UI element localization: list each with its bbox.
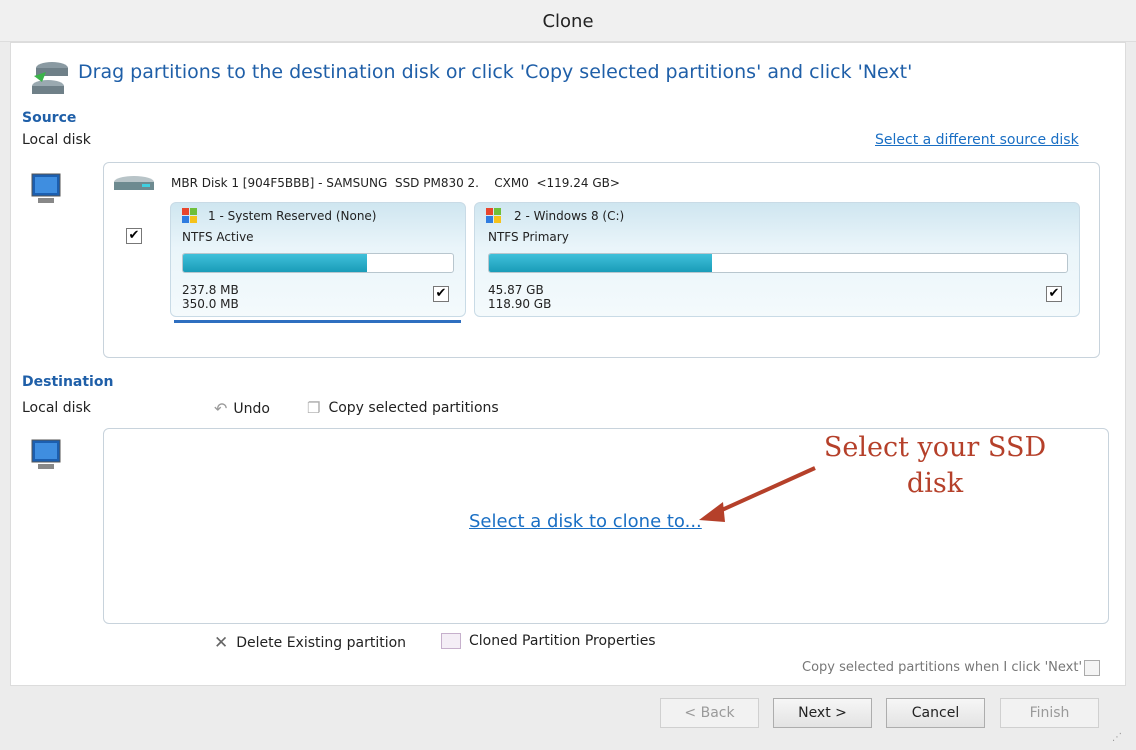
undo-icon: ↶ bbox=[214, 399, 228, 418]
partition-checkbox[interactable]: ✔ bbox=[1046, 286, 1062, 302]
resize-grip-icon[interactable]: ⋰ bbox=[1112, 732, 1122, 743]
source-heading: Source bbox=[22, 110, 77, 126]
annotation-arrow bbox=[699, 466, 816, 522]
copy-label: Copy selected partitions bbox=[328, 400, 499, 416]
source-sublabel: Local disk bbox=[22, 132, 91, 148]
partition-type: NTFS Primary bbox=[488, 230, 569, 244]
selected-partition-indicator bbox=[174, 320, 461, 323]
partition-name: 1 - System Reserved (None) bbox=[208, 209, 377, 223]
back-button[interactable]: < Back bbox=[660, 698, 759, 728]
clone-wizard-icon bbox=[32, 62, 68, 94]
title-bar: Clone bbox=[0, 0, 1136, 42]
annotation-line-1: Select your SSD bbox=[823, 432, 1047, 463]
usage-fill bbox=[489, 254, 713, 272]
undo-button[interactable]: ↶ Undo bbox=[214, 399, 270, 418]
properties-label: Cloned Partition Properties bbox=[469, 633, 656, 649]
delete-icon: ✕ bbox=[214, 633, 229, 653]
select-different-source-link[interactable]: Select a different source disk bbox=[875, 132, 1079, 148]
copy-on-next-checkbox[interactable] bbox=[1084, 660, 1100, 676]
instruction-text: Drag partitions to the destination disk … bbox=[78, 61, 913, 83]
copy-icon: ❐ bbox=[307, 399, 321, 417]
cancel-button[interactable]: Cancel bbox=[886, 698, 985, 728]
partition-used: 237.8 MB bbox=[182, 283, 239, 297]
partition-used: 45.87 GB bbox=[488, 283, 544, 297]
finish-button[interactable]: Finish bbox=[1000, 698, 1099, 728]
undo-label: Undo bbox=[233, 400, 270, 417]
partition-usage-bar bbox=[182, 253, 454, 273]
windows-logo-icon bbox=[182, 208, 197, 223]
source-disk-checkbox[interactable]: ✔ bbox=[126, 228, 142, 244]
window-title: Clone bbox=[542, 11, 594, 32]
computer-icon bbox=[31, 173, 61, 203]
properties-icon bbox=[441, 633, 461, 649]
annotation-line-2: disk bbox=[906, 468, 964, 499]
partition-type: NTFS Active bbox=[182, 230, 254, 244]
copy-on-next-label: Copy selected partitions when I click 'N… bbox=[802, 660, 1083, 675]
cloned-partition-properties-button[interactable]: Cloned Partition Properties bbox=[441, 633, 656, 649]
delete-label: Delete Existing partition bbox=[236, 635, 407, 651]
annotation-callout: Select your SSD disk bbox=[780, 430, 1090, 502]
usage-fill bbox=[183, 254, 367, 272]
copy-selected-partitions-button[interactable]: ❐ Copy selected partitions bbox=[307, 399, 499, 417]
partition-total: 350.0 MB bbox=[182, 297, 239, 311]
partition-card-2[interactable]: 2 - Windows 8 (C:) NTFS Primary 45.87 GB… bbox=[474, 202, 1080, 317]
source-disk-label: MBR Disk 1 [904F5BBB] - SAMSUNG SSD PM83… bbox=[171, 176, 620, 190]
partition-name: 2 - Windows 8 (C:) bbox=[514, 209, 625, 223]
partition-total: 118.90 GB bbox=[488, 297, 552, 311]
select-destination-disk-link[interactable]: Select a disk to clone to... bbox=[469, 511, 702, 532]
partition-usage-bar bbox=[488, 253, 1068, 273]
windows-logo-icon bbox=[486, 208, 501, 223]
destination-heading: Destination bbox=[22, 374, 114, 390]
computer-icon bbox=[31, 439, 61, 469]
partition-card-1[interactable]: 1 - System Reserved (None) NTFS Active 2… bbox=[170, 202, 466, 317]
partition-checkbox[interactable]: ✔ bbox=[433, 286, 449, 302]
destination-sublabel: Local disk bbox=[22, 400, 91, 416]
delete-existing-partition-button[interactable]: ✕ Delete Existing partition bbox=[214, 633, 406, 653]
hard-disk-icon bbox=[114, 176, 154, 190]
next-button[interactable]: Next > bbox=[773, 698, 872, 728]
